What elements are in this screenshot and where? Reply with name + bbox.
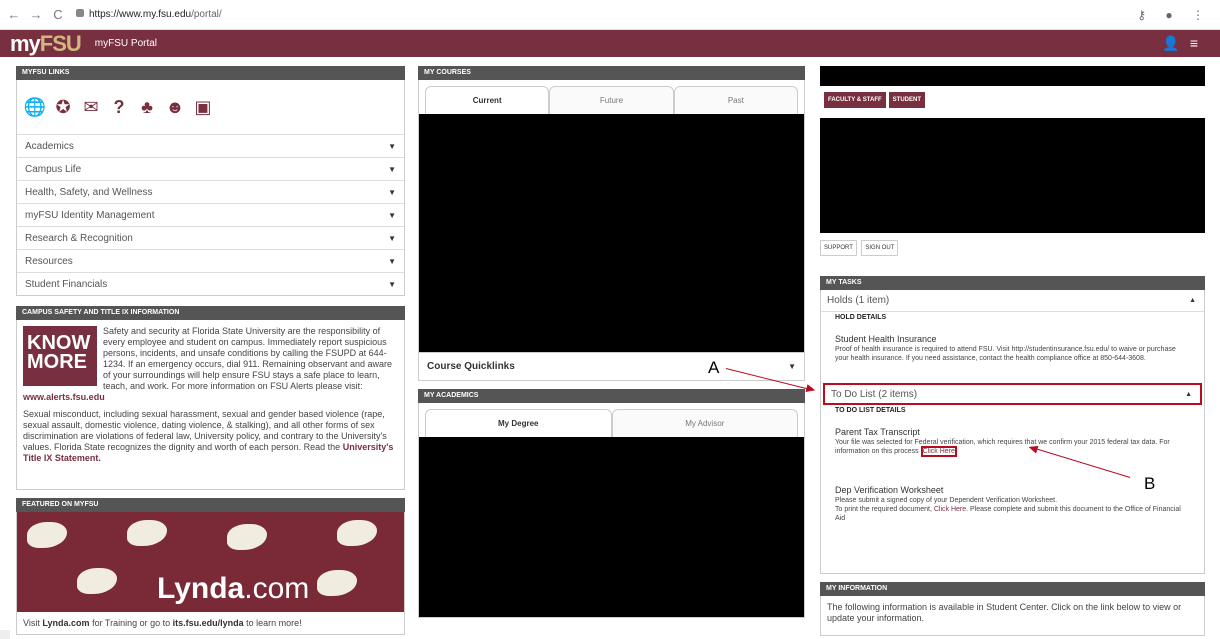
academics-redacted [419,437,804,617]
chevron-down-icon: ▼ [388,233,396,243]
forward-icon[interactable]: → [28,7,44,22]
accordion-academics[interactable]: Academics ▼ [17,134,404,157]
canvas-icon[interactable]: ▣ [193,96,213,118]
accordion-campus-life[interactable]: Campus Life ▼ [17,157,404,180]
courses-panel: Current Future Past Course Quicklinks ▼ [418,80,805,381]
lifesaver-icon[interactable]: ✪ [53,96,73,118]
alerts-link[interactable]: www.alerts.fsu.edu [23,392,105,402]
student-button[interactable]: STUDENT [888,92,926,108]
hold-text: Proof of health insurance is required to… [835,346,1176,362]
status-bar [0,630,10,639]
chevron-down-icon: ▼ [388,210,396,220]
tasks-panel-title: MY TASKS [820,276,1205,290]
holds-accordion[interactable]: Holds (1 item) ▲ [821,290,1204,312]
user-name-redacted [820,66,1205,86]
chevron-down-icon: ▼ [788,362,796,371]
tab-my-degree[interactable]: My Degree [425,409,612,437]
portal-title: myFSU Portal [94,38,158,49]
fsu-globe-icon[interactable]: 🌐 [24,96,46,118]
its-lynda-link[interactable]: its.fsu.edu/lynda [173,618,244,628]
info-panel-title: MY INFORMATION [820,582,1205,596]
faculty-staff-button[interactable]: FACULTY & STAFF [824,92,886,108]
chevron-down-icon: ▼ [388,187,396,197]
lynda-caption: Visit Lynda.com for Training or go to it… [23,618,302,628]
todo1-click-here-link[interactable]: Click Here [920,446,957,457]
links-panel-title: MYFSU LINKS [16,66,405,80]
lock-icon [76,9,84,17]
address-bar[interactable]: https://www.my.fsu.edu/portal/ [76,9,222,20]
accordion-health-safety[interactable]: Health, Safety, and Wellness ▼ [17,180,404,203]
sign-out-button[interactable]: SIGN OUT [861,240,899,256]
tab-past[interactable]: Past [673,86,798,114]
annotation-b: B [1144,474,1156,493]
safety-panel-title: CAMPUS SAFETY AND TITLE IX INFORMATION [16,306,405,320]
know-more-logo: KNOW MORE [23,326,97,386]
lynda-logo: Lynda.com [157,572,310,605]
accordion-research[interactable]: Research & Recognition ▼ [17,226,404,249]
hamburger-menu-icon[interactable]: ≡ [1190,35,1208,51]
todo1-text: Your file was selected for Federal verif… [835,439,1170,455]
myfsu-logo[interactable]: myFSU [10,31,82,57]
info-panel: The following information is available i… [820,596,1205,636]
featured-panel: Lynda.com Visit Lynda.com for Training o… [16,512,405,635]
academics-panel-title: MY ACADEMICS [418,389,805,403]
student-center-icon[interactable]: ♣ [137,96,157,118]
mail-icon[interactable]: ✉ [81,96,101,118]
tab-future[interactable]: Future [549,86,674,114]
chevron-up-icon: ▲ [1185,390,1192,398]
hold-title: Student Health Insurance [835,334,937,344]
chevron-down-icon: ▼ [388,164,396,174]
todo2-title: Dep Verification Worksheet [835,485,944,495]
user-help-icon[interactable]: ☻ [165,96,185,118]
chevron-down-icon: ▼ [388,141,396,151]
accordion-identity-management[interactable]: myFSU Identity Management ▼ [17,203,404,226]
profile-redacted [820,118,1205,233]
help-icon[interactable]: ? [109,96,129,118]
browser-menu-icon[interactable]: ⚷ ● ⋮ [1137,8,1212,22]
support-button[interactable]: SUPPORT [820,240,857,256]
accordion-resources[interactable]: Resources ▼ [17,249,404,272]
todo2-text1: Please submit a signed copy of your Depe… [835,497,1058,504]
featured-panel-title: FEATURED ON MYFSU [16,498,405,512]
todo-details-heading: TO DO LIST DETAILS [835,407,906,414]
links-panel: 🌐 ✪ ✉ ? ♣ ☻ ▣ Academics ▼ Campus Life ▼ He… [16,80,405,296]
user-icon[interactable]: 👤 [1162,35,1189,51]
hold-details-heading: HOLD DETAILS [835,314,887,321]
courses-panel-title: MY COURSES [418,66,805,80]
chevron-down-icon: ▼ [388,279,396,289]
safety-panel: KNOW MORE Safety and security at Florida … [16,320,405,490]
todo2-click-here-link[interactable]: Click Here [934,506,966,513]
course-quicklinks-dropdown[interactable]: Course Quicklinks ▼ [419,352,804,380]
chevron-up-icon: ▲ [1189,297,1196,304]
back-icon[interactable]: ← [6,7,22,22]
tasks-panel: Holds (1 item) ▲ HOLD DETAILS Student Hea… [820,290,1205,574]
chevron-down-icon: ▼ [388,256,396,266]
academics-panel: My Degree My Advisor [418,403,805,618]
tab-my-advisor[interactable]: My Advisor [611,409,798,437]
lynda-banner[interactable]: Lynda.com [17,512,404,612]
courses-redacted [419,114,804,352]
browser-toolbar: ← → C https://www.my.fsu.edu/portal/ ⚷ ●… [0,0,1220,30]
tab-current[interactable]: Current [425,86,550,114]
todo1-title: Parent Tax Transcript [835,427,920,437]
portal-header: myFSU myFSU Portal 👤≡ [0,30,1220,57]
quick-link-icons: 🌐 ✪ ✉ ? ♣ ☻ ▣ [17,80,404,134]
annotation-a: A [708,358,720,377]
lynda-link[interactable]: Lynda.com [42,618,89,628]
reload-icon[interactable]: C [50,7,66,22]
todo-list-accordion[interactable]: To Do List (2 items) ▲ [823,383,1202,405]
accordion-student-financials[interactable]: Student Financials ▼ [17,272,404,295]
